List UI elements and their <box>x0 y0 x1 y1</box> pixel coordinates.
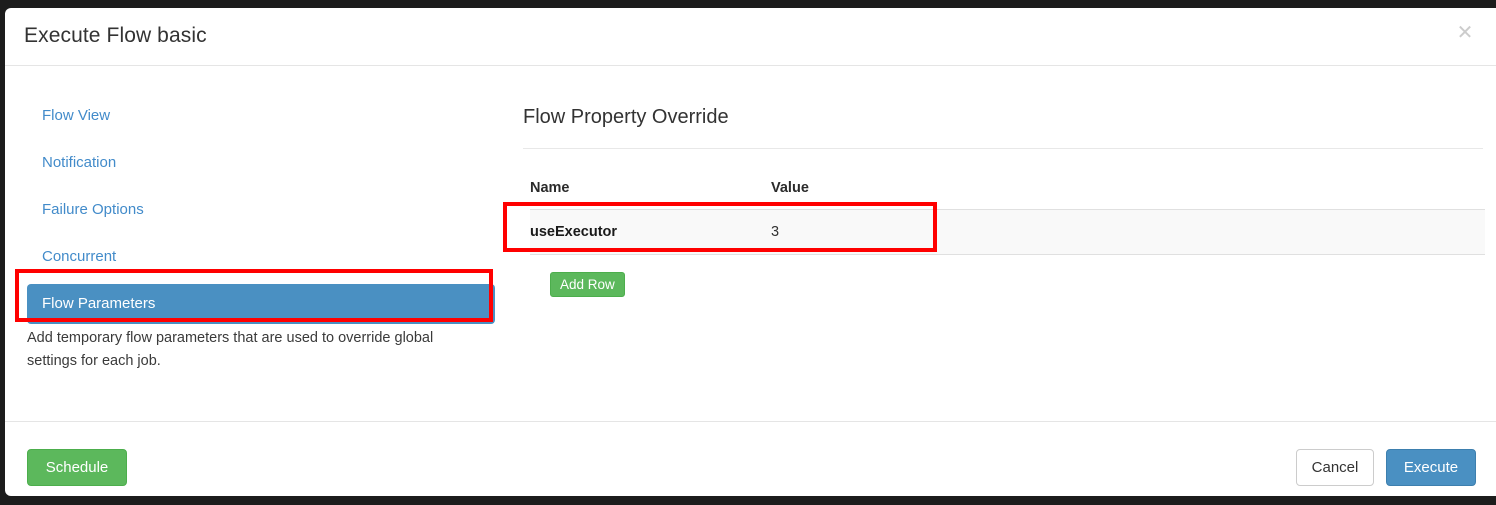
panel-divider <box>523 148 1483 149</box>
cancel-button[interactable]: Cancel <box>1296 449 1374 486</box>
execute-button[interactable]: Execute <box>1386 449 1476 486</box>
sidebar-item-notification[interactable]: Notification <box>27 143 495 183</box>
sidebar-description: Add temporary flow parameters that are u… <box>27 330 434 369</box>
close-icon[interactable]: ✕ <box>1453 21 1477 45</box>
column-header-value: Value <box>771 180 1485 210</box>
schedule-button[interactable]: Schedule <box>27 449 127 486</box>
execute-flow-modal: Execute Flow basic ✕ Flow View Notificat… <box>5 8 1496 496</box>
modal-header: Execute Flow basic ✕ <box>5 8 1496 66</box>
modal-body: Flow View Notification Failure Options C… <box>5 67 1496 421</box>
table-header-row: Name Value <box>530 180 1485 210</box>
sidebar-nav: Flow View Notification Failure Options C… <box>27 96 495 324</box>
sidebar-item-concurrent[interactable]: Concurrent <box>27 237 495 277</box>
cell-parameter-name[interactable]: useExecutor <box>530 209 771 255</box>
modal-footer: Schedule Cancel Execute <box>5 421 1496 496</box>
table-row[interactable]: useExecutor 3 <box>530 209 1485 255</box>
add-row-button[interactable]: Add Row <box>550 272 625 297</box>
sidebar-item-flow-parameters[interactable]: Flow Parameters <box>27 284 495 324</box>
sidebar-item-failure-options[interactable]: Failure Options <box>27 190 495 230</box>
cell-parameter-value[interactable]: 3 <box>771 209 1485 255</box>
column-header-name: Name <box>530 180 771 210</box>
modal-title: Execute Flow basic <box>24 24 207 47</box>
sidebar-item-flow-view[interactable]: Flow View <box>27 96 495 136</box>
flow-property-table: Name Value useExecutor 3 <box>530 180 1485 255</box>
panel-title: Flow Property Override <box>523 106 729 128</box>
